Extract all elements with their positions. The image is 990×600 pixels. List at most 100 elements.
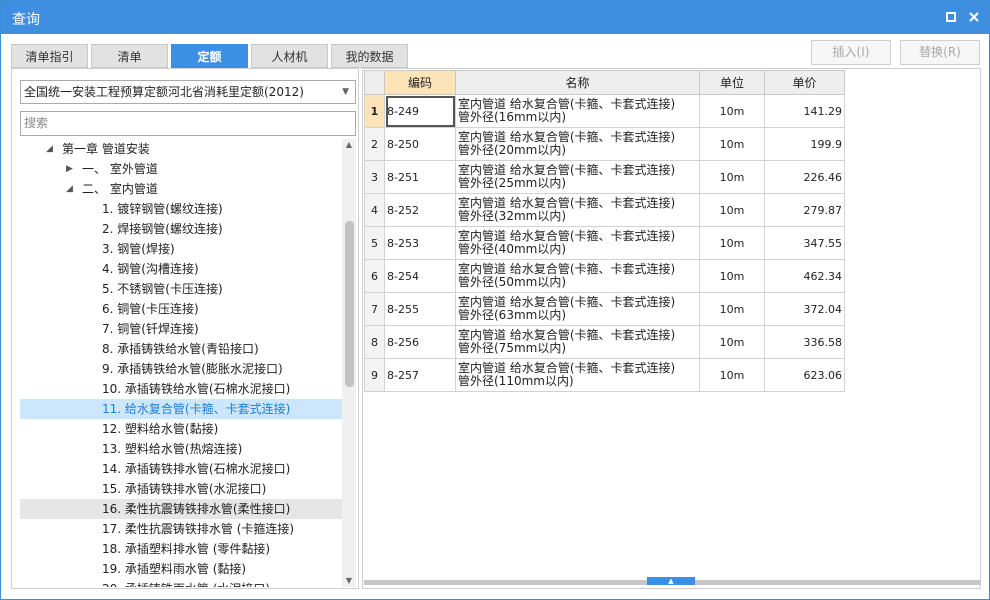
tree-leaf[interactable]: 4. 钢管(沟槽连接) [20, 259, 342, 279]
restore-icon[interactable] [941, 7, 961, 27]
code-cell[interactable]: 8-253 [384, 226, 456, 260]
table-row[interactable]: 9 8-257 室内管道 给水复合管(卡箍、卡套式连接) 管外径(110mm以内)… [364, 358, 845, 392]
column-header-code[interactable]: 编码 [384, 70, 456, 95]
chapter-tree: ◢ 第一章 管道安装 ▶ 一、 室外管道 ◢ 二、 室内管道 1. 镀锌钢管(螺… [20, 139, 342, 587]
title-bar[interactable]: 查询 [1, 1, 989, 34]
tree-leaf[interactable]: 9. 承插铸铁给水管(膨胀水泥接口) [20, 359, 342, 379]
collapse-handle-icon[interactable]: ▲ [647, 577, 695, 585]
quota-tree-panel: 全国统一安装工程预算定额河北省消耗里定额(2012) ▼ 搜索 ◢ 第一章 管道… [11, 68, 359, 589]
quota-book-value: 全国统一安装工程预算定额河北省消耗里定额(2012) [24, 85, 304, 99]
unit-cell[interactable]: 10m [699, 127, 765, 161]
tab-list-guide[interactable]: 清单指引 [11, 44, 88, 68]
tab-list[interactable]: 清单 [91, 44, 168, 68]
panel-splitter[interactable]: ▲ [364, 577, 981, 585]
price-cell[interactable]: 226.46 [764, 160, 845, 194]
tab-labor-material-machine[interactable]: 人材机 [251, 44, 328, 68]
name-cell[interactable]: 室内管道 给水复合管(卡箍、卡套式连接) 管外径(32mm以内) [455, 193, 700, 227]
tree-leaf[interactable]: 3. 钢管(焊接) [20, 239, 342, 259]
tree-leaf[interactable]: 14. 承插铸铁排水管(石棉水泥接口) [20, 459, 342, 479]
tree-leaf[interactable]: 17. 柔性抗震铸铁排水管 (卡箍连接) [20, 519, 342, 539]
column-header-name[interactable]: 名称 [455, 70, 700, 95]
row-number: 7 [364, 292, 385, 326]
table-row[interactable]: 2 8-250 室内管道 给水复合管(卡箍、卡套式连接) 管外径(20mm以内) … [364, 127, 845, 161]
code-cell[interactable]: 8-256 [384, 325, 456, 359]
tree-leaf[interactable]: 19. 承插塑料雨水管 (黏接) [20, 559, 342, 579]
table-row[interactable]: 3 8-251 室内管道 给水复合管(卡箍、卡套式连接) 管外径(25mm以内) … [364, 160, 845, 194]
unit-cell[interactable]: 10m [699, 160, 765, 194]
column-header-unit[interactable]: 单位 [699, 70, 765, 95]
code-cell[interactable]: 8-251 [384, 160, 456, 194]
tree-leaf[interactable]: 2. 焊接钢管(螺纹连接) [20, 219, 342, 239]
tree-node[interactable]: ◢ 二、 室内管道 [20, 179, 342, 199]
column-header-price[interactable]: 单价 [764, 70, 845, 95]
name-cell[interactable]: 室内管道 给水复合管(卡箍、卡套式连接) 管外径(75mm以内) [455, 325, 700, 359]
replace-button[interactable]: 替换(R) [900, 40, 980, 65]
table-row[interactable]: 4 8-252 室内管道 给水复合管(卡箍、卡套式连接) 管外径(32mm以内) … [364, 193, 845, 227]
tree-leaf-selected[interactable]: 11. 给水复合管(卡箍、卡套式连接) [20, 399, 342, 419]
row-number: 9 [364, 358, 385, 392]
unit-cell[interactable]: 10m [699, 292, 765, 326]
unit-cell[interactable]: 10m [699, 94, 765, 128]
price-cell[interactable]: 141.29 [764, 94, 845, 128]
tab-quota[interactable]: 定额 [171, 44, 248, 68]
tree-scrollbar[interactable]: ▲ ▼ [342, 139, 356, 587]
close-icon[interactable] [964, 7, 984, 27]
table-row[interactable]: 1 8-249 室内管道 给水复合管(卡箍、卡套式连接) 管外径(16mm以内) … [364, 94, 845, 128]
search-input[interactable]: 搜索 [20, 111, 356, 136]
tree-leaf[interactable]: 5. 不锈钢管(卡压连接) [20, 279, 342, 299]
name-cell[interactable]: 室内管道 给水复合管(卡箍、卡套式连接) 管外径(40mm以内) [455, 226, 700, 260]
price-cell[interactable]: 462.34 [764, 259, 845, 293]
name-cell[interactable]: 室内管道 给水复合管(卡箍、卡套式连接) 管外径(50mm以内) [455, 259, 700, 293]
insert-button[interactable]: 插入(I) [811, 40, 891, 65]
price-cell[interactable]: 623.06 [764, 358, 845, 392]
price-cell[interactable]: 279.87 [764, 193, 845, 227]
tree-leaf[interactable]: 1. 镀锌钢管(螺纹连接) [20, 199, 342, 219]
scrollbar-thumb[interactable] [345, 221, 354, 387]
unit-cell[interactable]: 10m [699, 226, 765, 260]
tree-leaf[interactable]: 8. 承插铸铁给水管(青铅接口) [20, 339, 342, 359]
table-header: 编码 名称 单位 单价 [364, 70, 845, 95]
name-cell[interactable]: 室内管道 给水复合管(卡箍、卡套式连接) 管外径(16mm以内) [455, 94, 700, 128]
tree-leaf[interactable]: 6. 铜管(卡压连接) [20, 299, 342, 319]
name-cell[interactable]: 室内管道 给水复合管(卡箍、卡套式连接) 管外径(25mm以内) [455, 160, 700, 194]
tree-leaf[interactable]: 15. 承插铸铁排水管(水泥接口) [20, 479, 342, 499]
price-cell[interactable]: 372.04 [764, 292, 845, 326]
unit-cell[interactable]: 10m [699, 358, 765, 392]
tree-node[interactable]: ▶ 一、 室外管道 [20, 159, 342, 179]
price-cell[interactable]: 199.9 [764, 127, 845, 161]
code-cell[interactable]: 8-254 [384, 259, 456, 293]
collapsed-arrow-icon[interactable]: ▶ [66, 159, 73, 179]
code-cell[interactable]: 8-257 [384, 358, 456, 392]
table-row[interactable]: 7 8-255 室内管道 给水复合管(卡箍、卡套式连接) 管外径(63mm以内) … [364, 292, 845, 326]
quota-book-select[interactable]: 全国统一安装工程预算定额河北省消耗里定额(2012) ▼ [20, 80, 356, 104]
table-row[interactable]: 6 8-254 室内管道 给水复合管(卡箍、卡套式连接) 管外径(50mm以内) … [364, 259, 845, 293]
table-row[interactable]: 8 8-256 室内管道 给水复合管(卡箍、卡套式连接) 管外径(75mm以内) … [364, 325, 845, 359]
price-cell[interactable]: 347.55 [764, 226, 845, 260]
code-cell[interactable]: 8-249 [384, 94, 456, 128]
tree-leaf[interactable]: 13. 塑料给水管(热熔连接) [20, 439, 342, 459]
code-cell[interactable]: 8-255 [384, 292, 456, 326]
tab-my-data[interactable]: 我的数据 [331, 44, 408, 68]
code-cell[interactable]: 8-250 [384, 127, 456, 161]
name-cell[interactable]: 室内管道 给水复合管(卡箍、卡套式连接) 管外径(20mm以内) [455, 127, 700, 161]
unit-cell[interactable]: 10m [699, 325, 765, 359]
quota-grid-panel: 编码 名称 单位 单价 1 8-249 室内管道 给水复合管(卡箍、卡套式连接)… [362, 68, 981, 589]
expanded-arrow-icon[interactable]: ◢ [46, 139, 53, 159]
table-row[interactable]: 5 8-253 室内管道 给水复合管(卡箍、卡套式连接) 管外径(40mm以内) … [364, 226, 845, 260]
code-cell[interactable]: 8-252 [384, 193, 456, 227]
scroll-up-icon[interactable]: ▲ [342, 139, 356, 151]
tree-leaf-hovered[interactable]: 16. 柔性抗震铸铁排水管(柔性接口) [20, 499, 342, 519]
expanded-arrow-icon[interactable]: ◢ [66, 179, 73, 199]
name-cell[interactable]: 室内管道 给水复合管(卡箍、卡套式连接) 管外径(110mm以内) [455, 358, 700, 392]
unit-cell[interactable]: 10m [699, 193, 765, 227]
tree-leaf[interactable]: 20. 承插铸铁雨水管 (水泥接口) [20, 579, 342, 587]
tree-leaf[interactable]: 12. 塑料给水管(黏接) [20, 419, 342, 439]
tree-leaf[interactable]: 10. 承插铸铁给水管(石棉水泥接口) [20, 379, 342, 399]
price-cell[interactable]: 336.58 [764, 325, 845, 359]
tree-leaf[interactable]: 7. 铜管(钎焊连接) [20, 319, 342, 339]
unit-cell[interactable]: 10m [699, 259, 765, 293]
scroll-down-icon[interactable]: ▼ [342, 575, 356, 587]
name-cell[interactable]: 室内管道 给水复合管(卡箍、卡套式连接) 管外径(63mm以内) [455, 292, 700, 326]
tree-node[interactable]: ◢ 第一章 管道安装 [20, 139, 342, 159]
tree-leaf[interactable]: 18. 承插塑料排水管 (零件黏接) [20, 539, 342, 559]
